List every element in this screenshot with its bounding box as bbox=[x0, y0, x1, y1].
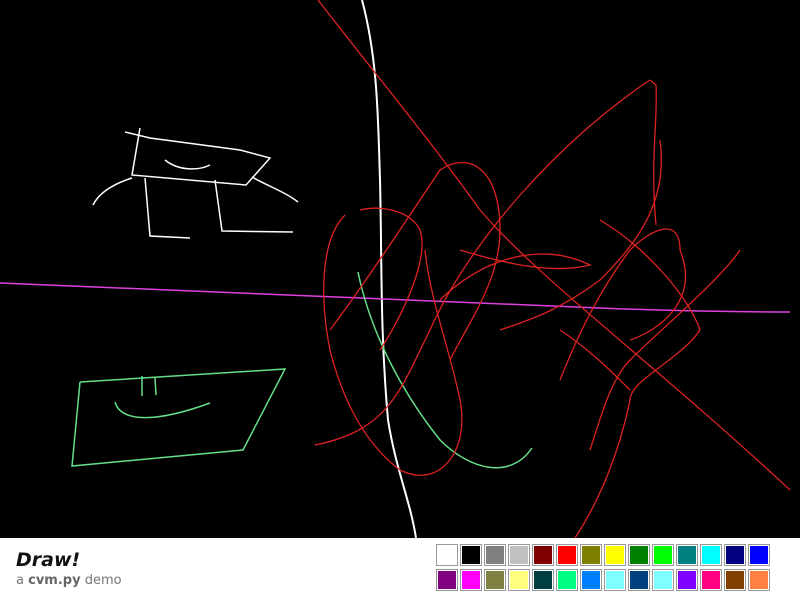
color-palette bbox=[436, 544, 772, 594]
drawing-canvas[interactable] bbox=[0, 0, 800, 539]
color-swatch[interactable] bbox=[484, 569, 506, 591]
color-swatch[interactable] bbox=[532, 544, 554, 566]
white-shape-top bbox=[124, 127, 272, 186]
color-swatch[interactable] bbox=[508, 544, 530, 566]
red-scribble bbox=[314, 0, 791, 539]
color-swatch[interactable] bbox=[676, 569, 698, 591]
color-swatch[interactable] bbox=[556, 569, 578, 591]
subtitle-suffix: demo bbox=[84, 573, 122, 588]
white-stroke-vertical bbox=[361, 0, 417, 539]
color-swatch[interactable] bbox=[748, 544, 770, 566]
palette-row-1 bbox=[436, 544, 772, 566]
white-stroke-left-arm bbox=[92, 177, 133, 206]
green-shape bbox=[71, 368, 287, 467]
color-swatch[interactable] bbox=[436, 569, 458, 591]
color-swatch[interactable] bbox=[676, 544, 698, 566]
color-swatch[interactable] bbox=[628, 544, 650, 566]
white-stroke-right-arm bbox=[251, 176, 299, 203]
color-swatch[interactable] bbox=[724, 569, 746, 591]
green-smile bbox=[114, 401, 211, 419]
color-swatch[interactable] bbox=[652, 544, 674, 566]
color-swatch[interactable] bbox=[580, 544, 602, 566]
color-swatch[interactable] bbox=[556, 544, 578, 566]
white-stroke-right-leg bbox=[214, 179, 294, 233]
app-title: Draw! bbox=[16, 549, 81, 571]
color-swatch[interactable] bbox=[532, 569, 554, 591]
color-swatch[interactable] bbox=[652, 569, 674, 591]
color-swatch[interactable] bbox=[508, 569, 530, 591]
color-swatch[interactable] bbox=[460, 569, 482, 591]
color-swatch[interactable] bbox=[436, 544, 458, 566]
color-swatch[interactable] bbox=[724, 544, 746, 566]
drawing-strokes bbox=[0, 0, 791, 539]
white-stroke-left-leg bbox=[144, 177, 191, 239]
color-swatch[interactable] bbox=[604, 569, 626, 591]
color-swatch[interactable] bbox=[484, 544, 506, 566]
magenta-stroke bbox=[0, 282, 791, 313]
color-swatch[interactable] bbox=[700, 544, 722, 566]
palette-row-2 bbox=[436, 569, 772, 591]
app-subtitle: a cvm.py demo bbox=[16, 573, 122, 588]
color-swatch[interactable] bbox=[460, 544, 482, 566]
white-smile bbox=[164, 159, 211, 170]
color-swatch[interactable] bbox=[604, 544, 626, 566]
color-swatch[interactable] bbox=[748, 569, 770, 591]
subtitle-brand: cvm.py bbox=[28, 573, 81, 588]
subtitle-prefix: a bbox=[16, 573, 24, 588]
green-eyes bbox=[141, 376, 157, 396]
color-swatch[interactable] bbox=[628, 569, 650, 591]
color-swatch[interactable] bbox=[700, 569, 722, 591]
color-swatch[interactable] bbox=[580, 569, 602, 591]
